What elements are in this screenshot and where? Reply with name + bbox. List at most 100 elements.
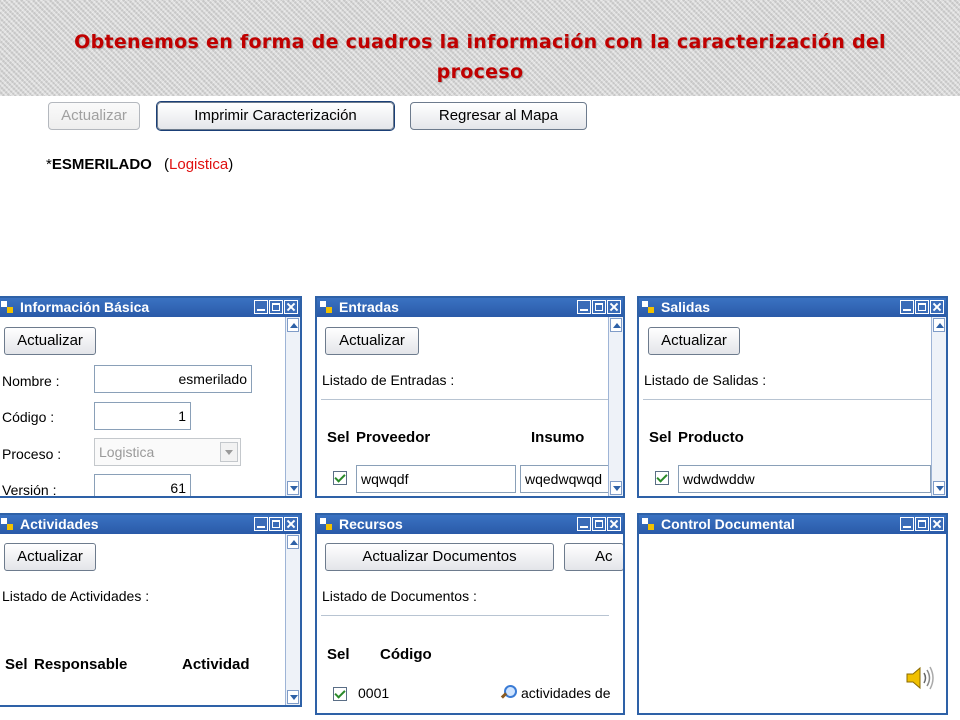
panel-title-bar: Salidas (639, 298, 946, 317)
scroll-down-icon[interactable] (610, 481, 622, 495)
panel-title: Entradas (339, 299, 399, 315)
column-header-sel: Sel (5, 656, 28, 673)
panel-title-bar: Control Documental (639, 515, 946, 534)
maximize-icon[interactable] (592, 517, 606, 531)
row-checkbox[interactable] (333, 471, 347, 485)
window-controls (577, 300, 621, 315)
process-heading: *ESMERILADO (Logistica) (46, 156, 233, 173)
minimize-icon[interactable] (900, 517, 914, 531)
close-icon[interactable] (607, 517, 621, 531)
divider (321, 399, 609, 400)
close-icon[interactable] (284, 517, 298, 531)
document-code: 0001 (358, 685, 390, 701)
scroll-down-icon[interactable] (287, 481, 299, 495)
panel-title: Salidas (661, 299, 711, 315)
speaker-icon[interactable] (904, 664, 936, 692)
scroll-down-icon[interactable] (287, 690, 299, 704)
process-select-value: Logistica (99, 444, 155, 460)
row-checkbox[interactable] (655, 471, 669, 485)
window-controls (254, 517, 298, 532)
maximize-icon[interactable] (269, 517, 283, 531)
insumo-field[interactable]: wqedwqwqd (520, 465, 609, 493)
column-header-producto: Producto (678, 429, 744, 446)
minimize-icon[interactable] (577, 300, 591, 314)
slide-title-line1: Obtenemos en forma de cuadros la informa… (74, 31, 886, 53)
minimize-icon[interactable] (577, 517, 591, 531)
close-icon[interactable] (607, 300, 621, 314)
column-header-responsable: Responsable (34, 656, 128, 673)
basic-update-button[interactable]: Actualizar (4, 327, 96, 355)
producto-field[interactable]: wdwdwddw (678, 465, 931, 493)
slide-header: Obtenemos en forma de cuadros la informa… (0, 0, 960, 96)
activities-list-label: Listado de Actividades : (2, 588, 150, 604)
window-controls (577, 517, 621, 532)
scroll-up-icon[interactable] (287, 535, 299, 549)
outputs-update-button[interactable]: Actualizar (648, 327, 740, 355)
panel-title: Información Básica (20, 299, 150, 315)
activities-update-button[interactable]: Actualizar (4, 543, 96, 571)
vertical-scrollbar[interactable] (285, 534, 300, 705)
panel-document-control: Control Documental (637, 513, 948, 715)
inputs-list-label: Listado de Entradas : (322, 372, 455, 388)
close-icon[interactable] (284, 300, 298, 314)
process-name: ESMERILADO (51, 156, 152, 173)
version-label: Versión : (2, 482, 57, 498)
vertical-scrollbar[interactable] (931, 317, 946, 496)
close-paren: ) (228, 156, 234, 173)
name-field[interactable]: esmerilado (94, 365, 252, 393)
column-header-actividad: Actividad (182, 656, 250, 673)
window-icon (320, 518, 334, 531)
minimize-icon[interactable] (254, 300, 268, 314)
maximize-icon[interactable] (269, 300, 283, 314)
back-to-map-button[interactable]: Regresar al Mapa (410, 102, 587, 130)
vertical-scrollbar[interactable] (285, 317, 300, 496)
panel-basic-info: Información Básica Actualizar Nombre : e… (0, 296, 302, 498)
window-icon (1, 518, 15, 531)
version-field[interactable]: 61 (94, 474, 191, 496)
process-select[interactable]: Logistica (94, 438, 241, 466)
update-button[interactable]: Actualizar (48, 102, 140, 130)
inputs-update-button[interactable]: Actualizar (325, 327, 419, 355)
window-controls (900, 300, 944, 315)
proveedor-field[interactable]: wqwqdf (356, 465, 516, 493)
document-name[interactable]: actividades de (521, 685, 611, 701)
window-controls (900, 517, 944, 532)
chevron-down-icon (220, 442, 238, 462)
panel-title-bar: Recursos (317, 515, 623, 534)
panel-title-bar: Entradas (317, 298, 623, 317)
scroll-up-icon[interactable] (287, 318, 299, 332)
column-header-insumo: Insumo (531, 429, 585, 446)
panel-title: Recursos (339, 516, 403, 532)
window-icon (1, 301, 15, 314)
resources-second-button[interactable]: Ac (564, 543, 623, 571)
scroll-up-icon[interactable] (610, 318, 622, 332)
vertical-scrollbar[interactable] (608, 317, 623, 496)
code-field[interactable]: 1 (94, 402, 191, 430)
minimize-icon[interactable] (900, 300, 914, 314)
row-checkbox[interactable] (333, 687, 347, 701)
maximize-icon[interactable] (915, 300, 929, 314)
panel-activities: Actividades Actualizar Listado de Activi… (0, 513, 302, 707)
scroll-up-icon[interactable] (933, 318, 945, 332)
maximize-icon[interactable] (592, 300, 606, 314)
minimize-icon[interactable] (254, 517, 268, 531)
magnifier-icon[interactable] (501, 685, 517, 699)
code-label: Código : (2, 409, 55, 425)
maximize-icon[interactable] (915, 517, 929, 531)
panel-resources: Recursos Actualizar Documentos Ac Listad… (315, 513, 625, 715)
close-icon[interactable] (930, 517, 944, 531)
panel-title-bar: Actividades (0, 515, 300, 534)
print-characterization-button[interactable]: Imprimir Caracterización (157, 102, 394, 130)
name-label: Nombre : (2, 373, 60, 389)
column-header-sel: Sel (649, 429, 672, 446)
outputs-list-label: Listado de Salidas : (644, 372, 767, 388)
column-header-sel: Sel (327, 646, 350, 663)
column-header-sel: Sel (327, 429, 350, 446)
divider (643, 399, 931, 400)
close-icon[interactable] (930, 300, 944, 314)
update-documents-button[interactable]: Actualizar Documentos (325, 543, 554, 571)
resources-second-button-label: Ac (595, 548, 613, 565)
panel-outputs: Salidas Actualizar Listado de Salidas : … (637, 296, 948, 498)
slide-title-line2: proceso (436, 61, 524, 83)
scroll-down-icon[interactable] (933, 481, 945, 495)
